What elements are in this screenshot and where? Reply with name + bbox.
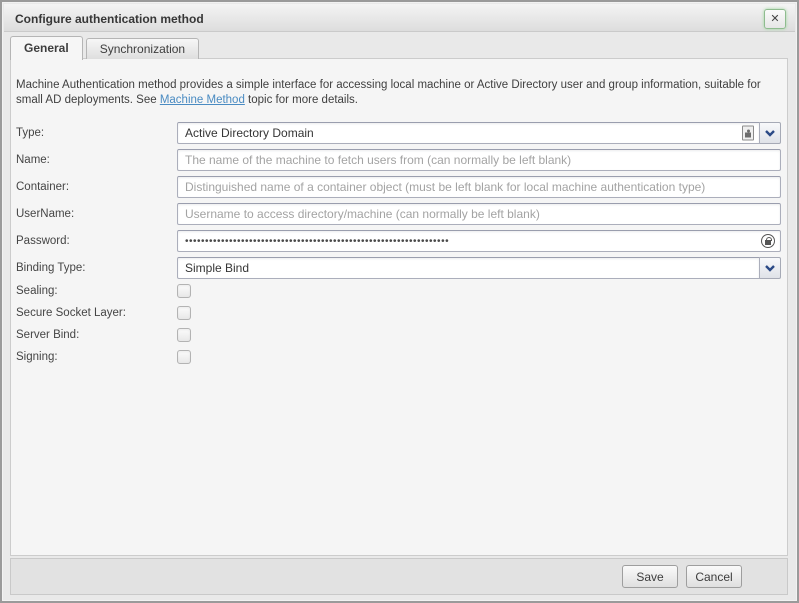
container-label: Container:: [16, 181, 177, 193]
binding-type-label: Binding Type:: [16, 262, 177, 274]
footer-buttons: Save Cancel: [622, 565, 742, 588]
tab-strip: General Synchronization: [10, 35, 199, 59]
secure-socket-layer-label: Secure Socket Layer:: [16, 307, 177, 319]
binding-type-value: Simple Bind: [185, 261, 249, 275]
password-input[interactable]: [177, 230, 781, 252]
password-row: Password:: [16, 230, 781, 252]
username-input[interactable]: [177, 203, 781, 225]
container-input[interactable]: [177, 176, 781, 198]
description-before-link: Machine Authentication method provides a…: [16, 79, 761, 106]
machine-method-link[interactable]: Machine Method: [160, 94, 245, 106]
name-row: Name:: [16, 149, 781, 171]
tab-synchronization-label: Synchronization: [100, 42, 185, 56]
dialog-titlebar: Configure authentication method ✕: [4, 4, 795, 32]
username-row: UserName:: [16, 203, 781, 225]
dialog-title: Configure authentication method: [15, 12, 204, 26]
auth-form: Type: Active Directory Domain Name:: [16, 122, 781, 372]
binding-type-dropdown-button[interactable]: [759, 257, 781, 279]
type-label: Type:: [16, 127, 177, 139]
description-text: Machine Authentication method provides a…: [16, 78, 764, 108]
name-label: Name:: [16, 154, 177, 166]
cancel-button[interactable]: Cancel: [686, 565, 742, 588]
footer-bar: Save Cancel: [10, 558, 788, 595]
sealing-checkbox[interactable]: [177, 284, 191, 298]
type-combobox[interactable]: Active Directory Domain: [177, 122, 781, 144]
signing-checkbox[interactable]: [177, 350, 191, 364]
password-label: Password:: [16, 235, 177, 247]
tab-synchronization[interactable]: Synchronization: [86, 38, 199, 59]
signing-label: Signing:: [16, 351, 177, 363]
binding-type-row: Binding Type: Simple Bind: [16, 257, 781, 279]
server-bind-label: Server Bind:: [16, 329, 177, 341]
tab-general[interactable]: General: [10, 36, 83, 60]
type-value: Active Directory Domain: [185, 126, 314, 140]
secure-socket-layer-checkbox[interactable]: [177, 306, 191, 320]
binding-type-combobox-field[interactable]: Simple Bind: [177, 257, 760, 279]
secure-socket-layer-row: Secure Socket Layer:: [16, 306, 781, 320]
close-button[interactable]: ✕: [764, 9, 786, 29]
dialog-window: Configure authentication method ✕ Genera…: [0, 0, 799, 603]
sealing-label: Sealing:: [16, 285, 177, 297]
username-label: UserName:: [16, 208, 177, 220]
sealing-row: Sealing:: [16, 284, 781, 298]
signing-row: Signing:: [16, 350, 781, 364]
type-dropdown-button[interactable]: [759, 122, 781, 144]
name-input[interactable]: [177, 149, 781, 171]
binding-type-combobox[interactable]: Simple Bind: [177, 257, 781, 279]
tab-general-label: General: [24, 41, 69, 55]
description-after-link: topic for more details.: [245, 94, 358, 106]
chevron-down-icon: [765, 265, 775, 272]
close-icon: ✕: [770, 13, 779, 25]
container-row: Container:: [16, 176, 781, 198]
profile-box-icon: [742, 126, 754, 141]
server-bind-row: Server Bind:: [16, 328, 781, 342]
tab-content-panel: Machine Authentication method provides a…: [10, 58, 788, 556]
type-row: Type: Active Directory Domain: [16, 122, 781, 144]
server-bind-checkbox[interactable]: [177, 328, 191, 342]
save-button[interactable]: Save: [622, 565, 678, 588]
password-lock-icon[interactable]: [761, 234, 775, 248]
chevron-down-icon: [765, 130, 775, 137]
type-combobox-field[interactable]: Active Directory Domain: [177, 122, 760, 144]
